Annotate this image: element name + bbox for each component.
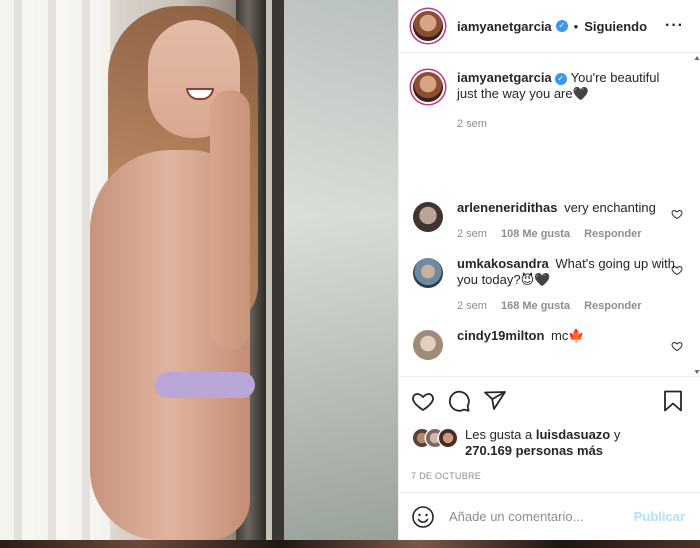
- window-glass: [284, 0, 398, 540]
- caption-meta: 2 sem: [457, 118, 677, 130]
- likes-text: Les gusta a luisdasuazo y 270.169 person…: [465, 427, 620, 459]
- comment-likes[interactable]: 108 Me gusta: [501, 228, 570, 240]
- caption-text: iamyanetgarcia ✓ You're beautiful just the…: [457, 70, 677, 102]
- comment-row: cindy19milton mc🍁: [411, 328, 685, 360]
- comment-body: very enchanting: [564, 200, 656, 215]
- comment-row: umkakosandra What's going up with you to…: [411, 256, 685, 312]
- heart-icon[interactable]: [671, 208, 683, 220]
- comment-avatar[interactable]: [413, 330, 443, 360]
- post-comment-button[interactable]: Publicar: [634, 509, 685, 524]
- comment-input[interactable]: Añade un comentario...: [449, 509, 583, 524]
- comment-time[interactable]: 2 sem: [457, 300, 487, 312]
- heart-icon[interactable]: [411, 389, 435, 413]
- separator-dot: •: [573, 18, 579, 34]
- comment-meta: 2 sem 108 Me gusta Responder: [457, 228, 677, 240]
- reply-button[interactable]: Responder: [584, 300, 641, 312]
- heart-icon[interactable]: [671, 264, 683, 276]
- comments-scrollbar[interactable]: [694, 54, 700, 376]
- reply-button[interactable]: Responder: [584, 228, 641, 240]
- add-comment-bar: Añade un comentario... Publicar: [399, 492, 700, 540]
- caption-username[interactable]: iamyanetgarcia: [457, 70, 552, 85]
- likes-connector: y: [613, 427, 621, 442]
- figure-arm: [210, 90, 250, 350]
- post-date[interactable]: 7 DE OCTUBRE: [411, 471, 685, 481]
- background-strip: [0, 540, 700, 548]
- liker-avatar: [439, 429, 457, 447]
- caption-row: iamyanetgarcia ✓ You're beautiful just the…: [411, 70, 685, 130]
- post-side-panel: iamyanetgarcia ✓ • Siguiendo ··· iamyane…: [398, 0, 700, 540]
- comment-likes[interactable]: 168 Me gusta: [501, 300, 570, 312]
- likes-prefix: Les gusta a: [465, 427, 533, 442]
- action-icons: [411, 387, 685, 415]
- author-username[interactable]: iamyanetgarcia: [457, 19, 552, 34]
- verified-badge-icon: ✓: [555, 20, 568, 32]
- likes-summary: Les gusta a luisdasuazo y 270.169 person…: [411, 427, 685, 459]
- comment-text: umkakosandra What's going up with you to…: [457, 256, 677, 288]
- follow-status[interactable]: Siguiendo: [584, 19, 647, 34]
- emoji-icon[interactable]: [411, 505, 435, 529]
- more-icon[interactable]: ···: [665, 17, 684, 35]
- verified-badge-icon: ✓: [554, 72, 567, 85]
- liker-username[interactable]: luisdasuazo: [536, 427, 610, 442]
- bookmark-icon[interactable]: [661, 389, 685, 413]
- author-avatar[interactable]: [413, 11, 443, 41]
- caption-avatar[interactable]: [413, 72, 443, 102]
- window-frame-inner: [272, 0, 284, 540]
- figure-swimwear: [155, 372, 255, 398]
- liker-avatars[interactable]: [411, 429, 457, 447]
- comment-username[interactable]: cindy19milton: [457, 328, 544, 343]
- post-header: iamyanetgarcia ✓ • Siguiendo ···: [399, 0, 700, 53]
- comment-text: arleneneridithas very enchanting: [457, 200, 677, 216]
- comment-icon[interactable]: [447, 389, 471, 413]
- comment-username[interactable]: arleneneridithas: [457, 200, 557, 215]
- share-icon[interactable]: [483, 389, 507, 413]
- comments-list[interactable]: iamyanetgarcia ✓ You're beautiful just the…: [399, 54, 700, 376]
- likes-count[interactable]: 270.169 personas más: [465, 443, 603, 458]
- comment-time[interactable]: 2 sem: [457, 228, 487, 240]
- comment-avatar[interactable]: [413, 258, 443, 288]
- comment-body: mc🍁: [551, 328, 585, 343]
- post-actions: Les gusta a luisdasuazo y 270.169 person…: [399, 376, 700, 492]
- post-photo[interactable]: [0, 0, 398, 540]
- caption-time[interactable]: 2 sem: [457, 118, 487, 130]
- comment-avatar[interactable]: [413, 202, 443, 232]
- comment-row: arleneneridithas very enchanting 2 sem 1…: [411, 200, 685, 240]
- comment-meta: 2 sem 168 Me gusta Responder: [457, 300, 677, 312]
- heart-icon[interactable]: [671, 340, 683, 352]
- comment-text: cindy19milton mc🍁: [457, 328, 677, 344]
- comment-username[interactable]: umkakosandra: [457, 256, 549, 271]
